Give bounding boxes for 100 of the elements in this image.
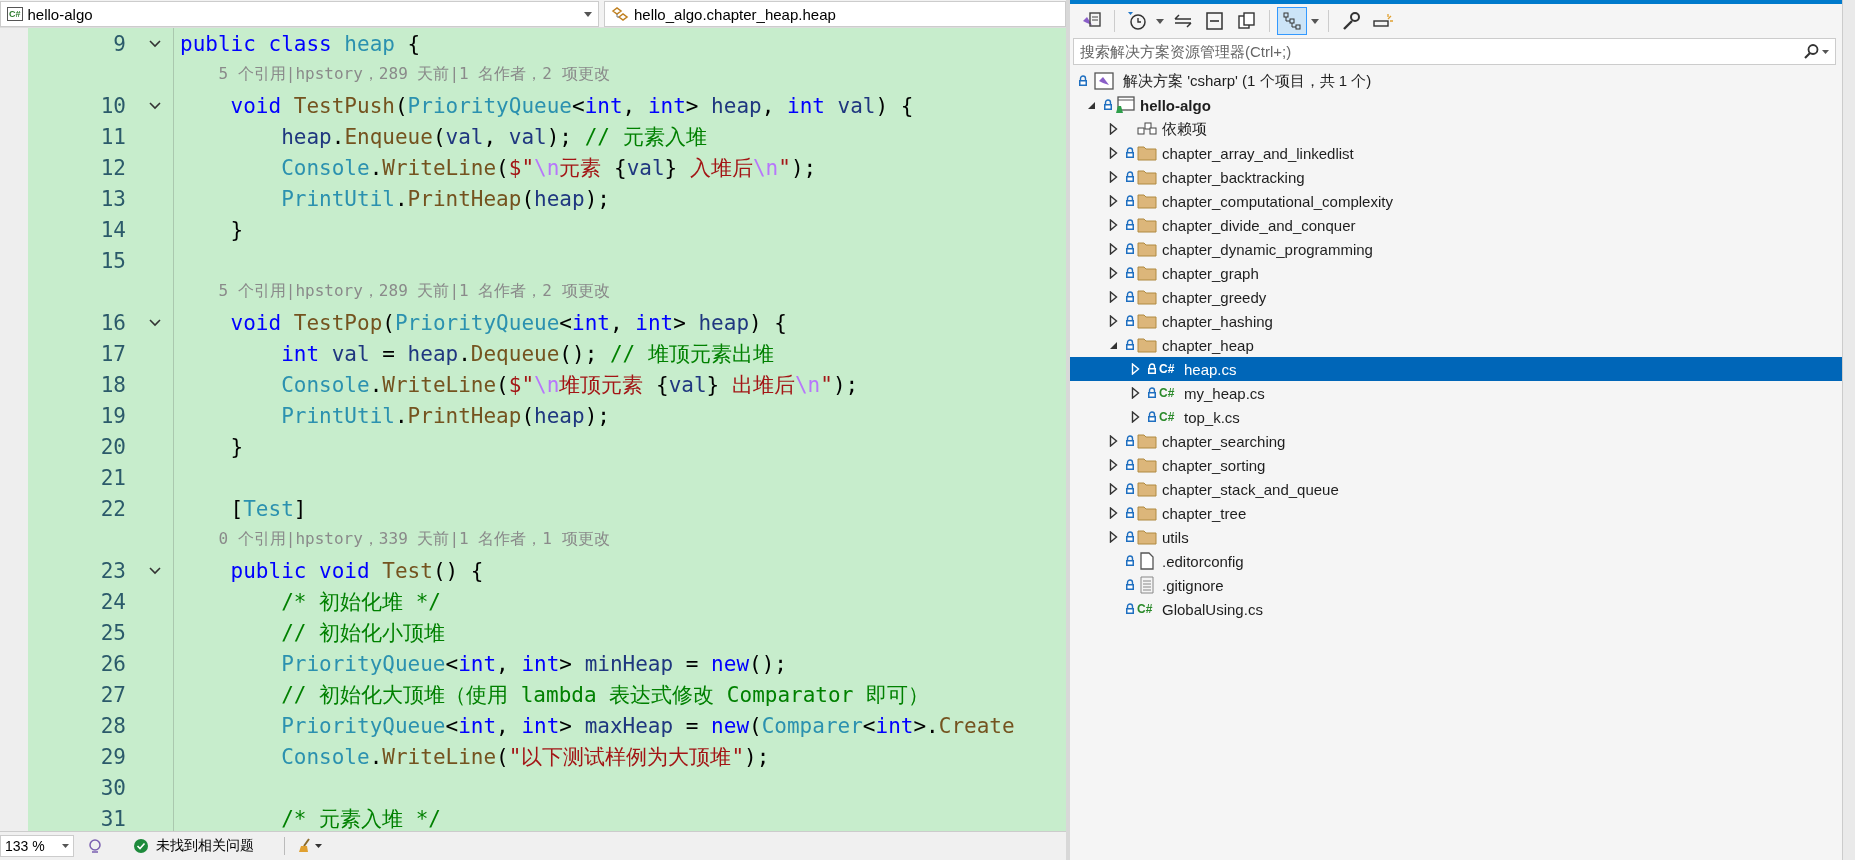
hierarchy-icon xyxy=(1281,11,1303,31)
collapsed-arrow-icon[interactable] xyxy=(1109,291,1118,303)
zoom-dropdown[interactable]: 133 % xyxy=(0,835,74,857)
file-dropdown[interactable]: C# hello-algo xyxy=(0,1,599,27)
code-line: Console.WriteLine($"\n堆顶元素 {val} 出堆后\n"); xyxy=(280,371,859,399)
caret-icon xyxy=(584,11,592,17)
folder-icon xyxy=(1137,337,1157,353)
tree-item[interactable]: chapter_hashing xyxy=(1162,312,1273,330)
collapsed-arrow-icon[interactable] xyxy=(1131,387,1140,399)
folder-icon xyxy=(1137,289,1157,305)
clock-icon xyxy=(1126,11,1148,31)
line-number: 10 xyxy=(99,93,126,118)
class-path: hello_algo.chapter_heap.heap xyxy=(634,5,836,23)
folder-icon xyxy=(1137,145,1157,161)
collapsed-arrow-icon[interactable] xyxy=(1109,267,1118,279)
line-number: 24 xyxy=(99,589,126,614)
code-line: PriorityQueue<int, int> minHeap = new(); xyxy=(280,651,787,676)
broom-icon[interactable] xyxy=(297,838,323,854)
tree-item[interactable]: chapter_computational_complexity xyxy=(1162,192,1393,210)
tree-item[interactable]: chapter_stack_and_queue xyxy=(1162,480,1339,498)
collapsed-arrow-icon[interactable] xyxy=(1109,483,1118,495)
tree-item[interactable]: heap.cs xyxy=(1184,360,1237,378)
lock-icon xyxy=(1125,219,1135,231)
folder-icon xyxy=(1137,481,1157,497)
tree-item[interactable]: chapter_greedy xyxy=(1162,288,1267,306)
fold-chevron-icon[interactable] xyxy=(148,566,161,575)
member-dropdown[interactable]: hello_algo.chapter_heap.heap xyxy=(604,1,1066,27)
code-line: /* 元素入堆 */ xyxy=(280,805,441,831)
line-number: 17 xyxy=(99,341,126,366)
collapsed-arrow-icon[interactable] xyxy=(1109,435,1118,447)
tree-item[interactable]: hello-algo xyxy=(1140,96,1211,114)
folder-icon xyxy=(1137,457,1157,473)
code-line: // 初始化大顶堆（使用 lambda 表达式修改 Comparator 即可） xyxy=(280,681,929,709)
file-icon xyxy=(1137,552,1157,570)
tree-item[interactable]: chapter_graph xyxy=(1162,264,1259,282)
collapse-all-icon xyxy=(1204,11,1226,31)
tree-item[interactable]: chapter_searching xyxy=(1162,432,1286,450)
code-line: Console.WriteLine($"\n元素 {val} 入堆后\n"); xyxy=(280,154,817,182)
folder-icon xyxy=(1137,505,1157,521)
collapsed-arrow-icon[interactable] xyxy=(1109,195,1118,207)
collapsed-arrow-icon[interactable] xyxy=(1109,315,1118,327)
tree-item[interactable]: chapter_dynamic_programming xyxy=(1162,240,1373,258)
tree-item[interactable]: top_k.cs xyxy=(1184,408,1240,426)
tree-item[interactable]: chapter_array_and_linkedlist xyxy=(1162,144,1354,162)
lock-icon xyxy=(1125,555,1135,567)
collapsed-arrow-icon[interactable] xyxy=(1109,147,1118,159)
tree-item[interactable]: .editorconfig xyxy=(1162,552,1244,570)
file-type-label: C# xyxy=(1159,386,1176,400)
folder-icon xyxy=(1137,433,1157,449)
lock-icon xyxy=(1125,459,1135,471)
tree-item[interactable]: my_heap.cs xyxy=(1184,384,1265,402)
folder-icon xyxy=(1137,241,1157,257)
collapsed-arrow-icon[interactable] xyxy=(1109,459,1118,471)
file-type-label: C# xyxy=(1159,410,1176,424)
tree-item[interactable]: .gitignore xyxy=(1162,576,1224,594)
collapsed-arrow-icon[interactable] xyxy=(1109,243,1118,255)
tree-item[interactable]: 依赖项 xyxy=(1162,119,1207,139)
code-line: public class heap { xyxy=(179,31,421,56)
expanded-arrow-icon[interactable] xyxy=(1109,340,1118,350)
lock-icon xyxy=(1125,291,1135,303)
code-line: } xyxy=(229,434,244,459)
code-line: PriorityQueue<int, int> maxHeap = new(Comparer<int>.Create xyxy=(280,713,1015,738)
line-number: 26 xyxy=(99,651,126,676)
line-number: 12 xyxy=(99,155,126,180)
expanded-arrow-icon[interactable] xyxy=(1087,100,1096,110)
file-type-label: C# xyxy=(7,7,23,21)
tree-item[interactable]: chapter_divide_and_conquer xyxy=(1162,216,1356,234)
fold-chevron-icon[interactable] xyxy=(148,318,161,327)
lightbulb-icon[interactable] xyxy=(86,838,104,854)
issues-status[interactable]: 未找到相关问题 xyxy=(156,837,254,855)
tree-item[interactable]: chapter_sorting xyxy=(1162,456,1266,474)
check-circle-icon xyxy=(134,839,148,853)
code-line: void TestPop(PriorityQueue<int, int> heap) { xyxy=(229,310,787,335)
code-line: heap.Enqueue(val, val); // 元素入堆 xyxy=(280,123,707,151)
tree-item[interactable]: chapter_tree xyxy=(1162,504,1247,522)
collapsed-arrow-icon[interactable] xyxy=(1109,219,1118,231)
tree-item[interactable]: chapter_heap xyxy=(1162,336,1254,354)
line-number: 18 xyxy=(99,372,126,397)
collapsed-arrow-icon[interactable] xyxy=(1109,171,1118,183)
collapsed-arrow-icon[interactable] xyxy=(1109,507,1118,519)
caret-icon[interactable] xyxy=(1156,18,1164,24)
lock-icon xyxy=(1125,483,1135,495)
tree-item[interactable]: chapter_backtracking xyxy=(1162,168,1305,186)
collapsed-arrow-icon[interactable] xyxy=(1131,411,1140,423)
lock-icon xyxy=(1147,411,1157,423)
collapsed-arrow-icon[interactable] xyxy=(1109,531,1118,543)
search-icon xyxy=(1802,44,1830,60)
solution-label[interactable]: 解决方案 'csharp' (1 个项目，共 1 个) xyxy=(1123,71,1372,91)
text-file-icon xyxy=(1137,576,1157,594)
fold-chevron-icon[interactable] xyxy=(148,101,161,110)
lock-icon xyxy=(1125,147,1135,159)
tree-item[interactable]: GlobalUsing.cs xyxy=(1162,600,1263,618)
tree-item[interactable]: utils xyxy=(1162,528,1189,546)
collapsed-arrow-icon[interactable] xyxy=(1109,123,1118,135)
search-field[interactable]: 搜索解决方案资源管理器(Ctrl+;) xyxy=(1073,38,1836,65)
line-number: 14 xyxy=(99,217,126,242)
toolbar-button[interactable] xyxy=(1277,7,1307,35)
caret-icon[interactable] xyxy=(1311,18,1319,24)
fold-chevron-icon[interactable] xyxy=(148,39,161,48)
folder-icon xyxy=(1137,313,1157,329)
